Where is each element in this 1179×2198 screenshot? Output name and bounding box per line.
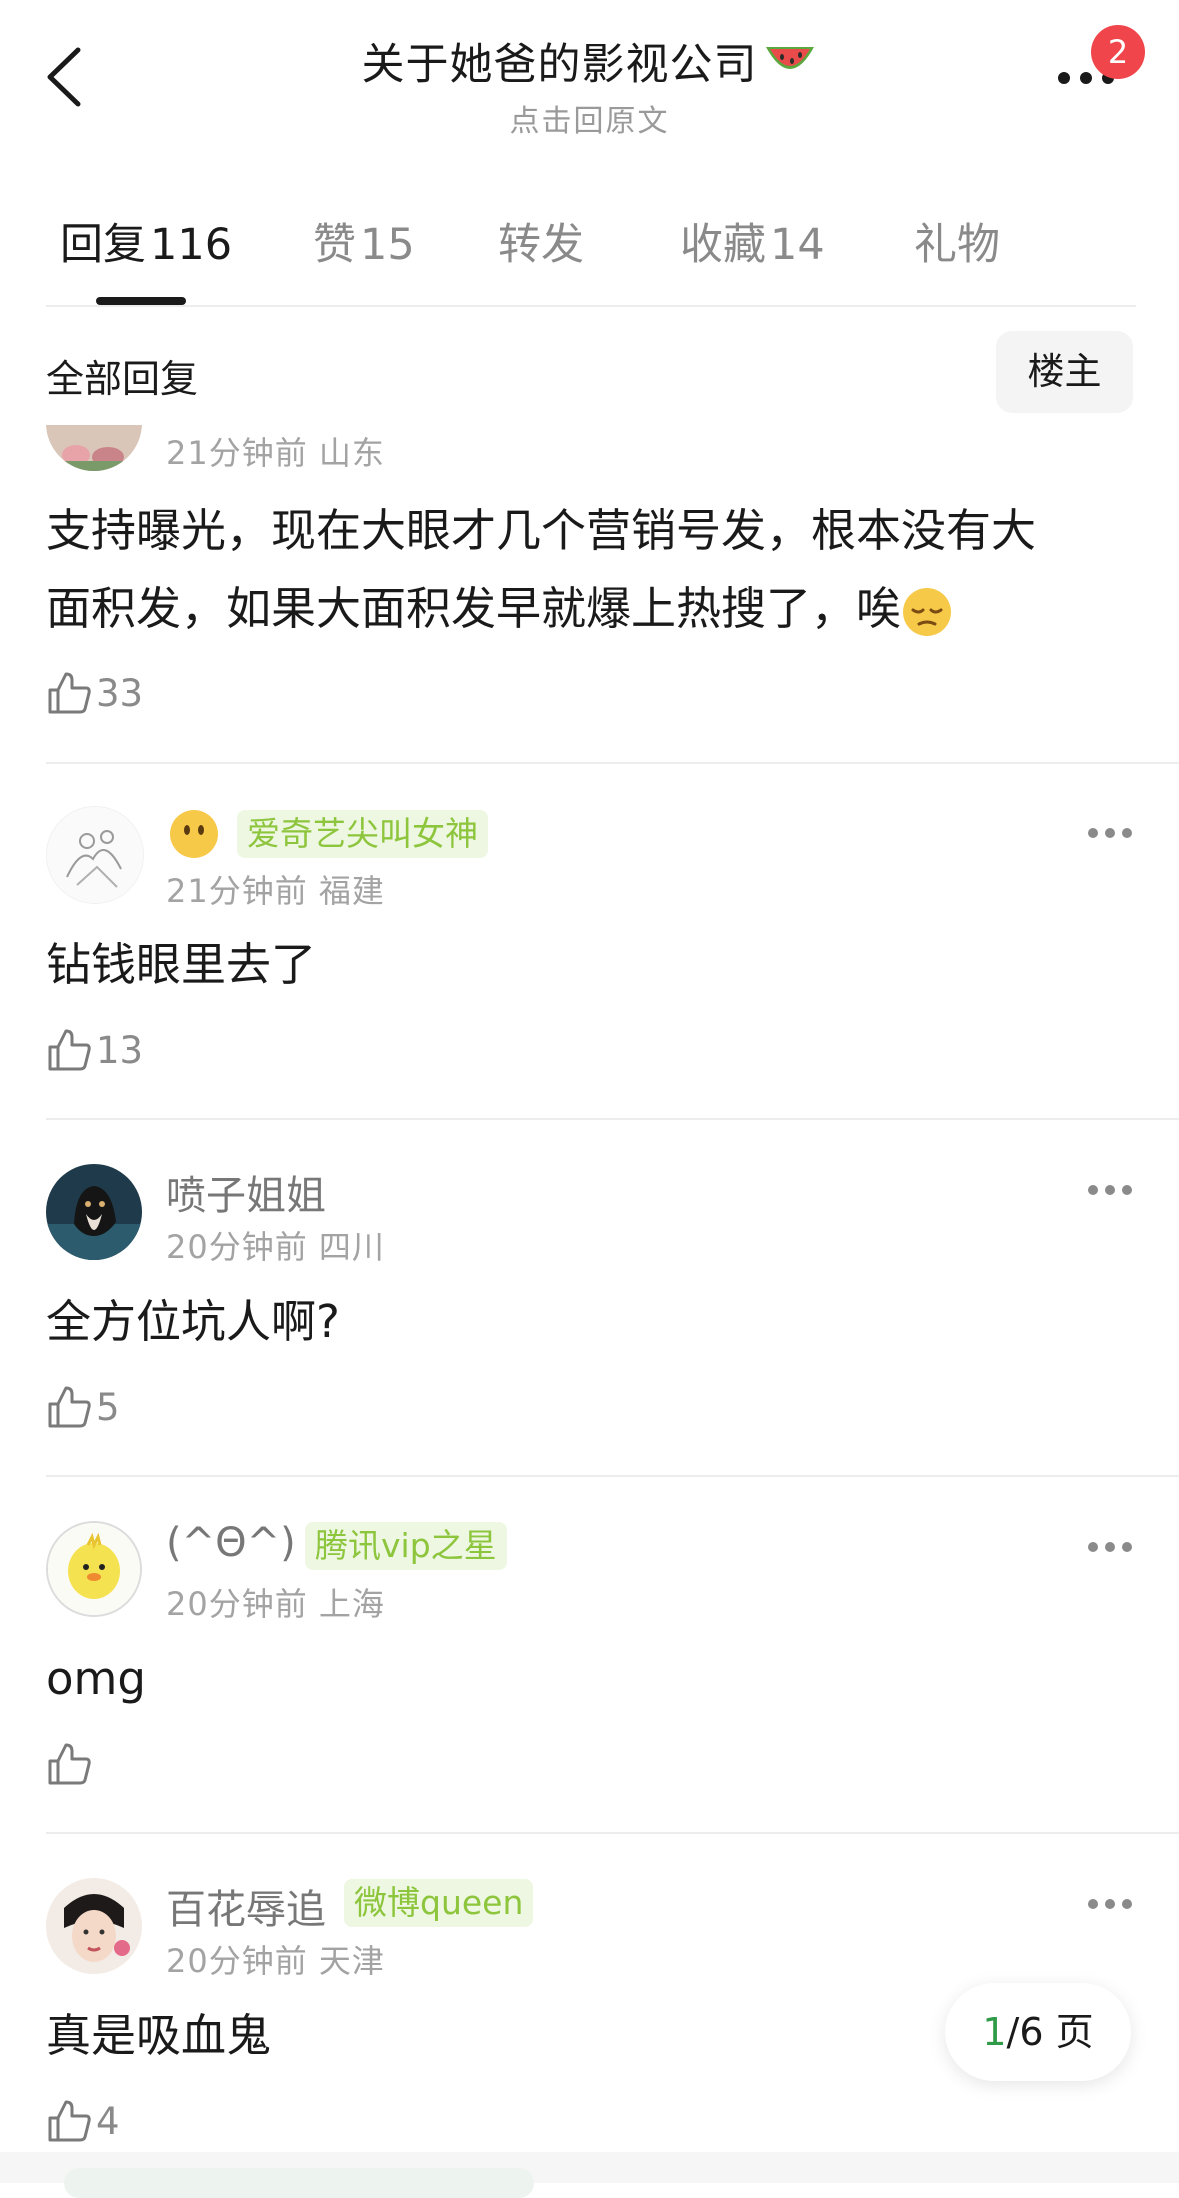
thumbs-up-icon [48, 1386, 91, 1428]
comment-meta: 20分钟前 上海 [166, 1585, 385, 1623]
avatar-image [46, 1878, 142, 1974]
top-bar: 关于她爸的影视公司 点击回原文 2 [0, 0, 1179, 160]
divider [46, 1118, 1179, 1120]
thumbs-up-icon [48, 672, 91, 714]
username[interactable]: 百花辱追 [166, 1877, 326, 1935]
comment-more-button[interactable] [1088, 828, 1132, 840]
all-replies-label: 全部回复 [46, 357, 199, 401]
divider [46, 1832, 1179, 1834]
avatar-image [47, 807, 143, 903]
thumbs-up-icon [48, 1743, 91, 1785]
comment-text: 钻钱眼里去了 [46, 938, 317, 991]
like-button[interactable]: 33 [46, 668, 143, 718]
comment-more-button[interactable] [1088, 1899, 1132, 1911]
comment-meta: 21分钟前 山东 [166, 434, 385, 472]
more-dot [1122, 1899, 1132, 1909]
more-dot [1088, 1899, 1098, 1909]
back-to-original-link[interactable]: 点击回原文 [0, 96, 1179, 140]
comment-meta: 21分钟前 福建 [166, 872, 385, 910]
divider [46, 762, 1179, 764]
tab-favorites[interactable]: 收藏14 [680, 210, 825, 272]
comment-text: 支持曝光，现在大眼才几个营销号发，根本没有大 [46, 504, 1037, 557]
active-tab-indicator [96, 297, 186, 305]
tab-likes[interactable]: 赞15 [313, 210, 415, 272]
comment-text: 全方位坑人啊? [46, 1295, 340, 1348]
post-title[interactable]: 关于她爸的影视公司 [362, 30, 818, 92]
title-block[interactable]: 关于她爸的影视公司 点击回原文 [0, 30, 1179, 140]
avatar-image [48, 1523, 140, 1615]
thumbs-up-icon [48, 2100, 91, 2142]
comment-meta: 20分钟前 四川 [166, 1228, 385, 1266]
more-dot [1105, 1185, 1115, 1195]
user-tag-badge: 腾讯vip之星 [305, 1522, 507, 1570]
more-dot [1080, 72, 1092, 84]
more-dot [1122, 1542, 1132, 1552]
owner-only-button[interactable]: 楼主 [996, 331, 1133, 413]
avatar[interactable] [46, 806, 144, 904]
watermelon-icon [765, 47, 814, 69]
user-tag-badge: 爱奇艺尖叫女神 [237, 810, 488, 858]
more-dot [1088, 1542, 1098, 1552]
user-tag-badge: 微博queen [344, 1879, 534, 1927]
username[interactable]: 喷子姐姐 [166, 1163, 326, 1221]
comment-meta: 20分钟前 天津 [166, 1942, 385, 1980]
face-without-mouth-icon [170, 810, 218, 858]
divider [46, 1475, 1179, 1477]
pensive-face-icon [903, 588, 952, 636]
avatar-image [46, 1164, 142, 1260]
reply-input-bar[interactable] [64, 2168, 534, 2198]
like-button[interactable]: 13 [46, 1025, 143, 1075]
more-dot [1105, 828, 1115, 838]
more-dot [1122, 828, 1132, 838]
more-dot [1122, 1185, 1132, 1195]
more-dot [1088, 1185, 1098, 1195]
avatar[interactable] [46, 1521, 142, 1617]
thumbs-up-icon [48, 1029, 91, 1071]
divider [46, 305, 1136, 307]
more-dot [1058, 72, 1070, 84]
avatar[interactable] [46, 1164, 142, 1260]
comment-text: omg [46, 1652, 146, 1705]
comment-text: 面积发，如果大面积发早就爆上热搜了，唉 [46, 570, 953, 648]
comment-text: 真是吸血鬼 [46, 2009, 272, 2062]
page-indicator-button[interactable]: 1/6 页 [945, 1983, 1131, 2081]
avatar[interactable] [46, 1878, 142, 1974]
tab-replies[interactable]: 回复116 [60, 210, 232, 272]
more-dot [1105, 1899, 1115, 1909]
comment-more-button[interactable] [1088, 1185, 1132, 1197]
tab-gifts[interactable]: 礼物 [914, 210, 1000, 272]
more-dot [1105, 1542, 1115, 1552]
username[interactable]: (^Θ^) [166, 1520, 296, 1566]
more-dot [1088, 828, 1098, 838]
notification-badge: 2 [1091, 25, 1145, 79]
tab-reposts[interactable]: 转发 [498, 210, 584, 272]
like-button[interactable]: 4 [46, 2096, 120, 2146]
tab-bar: 回复116 赞15 转发 收藏14 礼物 [0, 210, 1179, 310]
comment-more-button[interactable] [1088, 1542, 1132, 1554]
like-button[interactable] [46, 1739, 96, 1789]
like-button[interactable]: 5 [46, 1382, 120, 1432]
